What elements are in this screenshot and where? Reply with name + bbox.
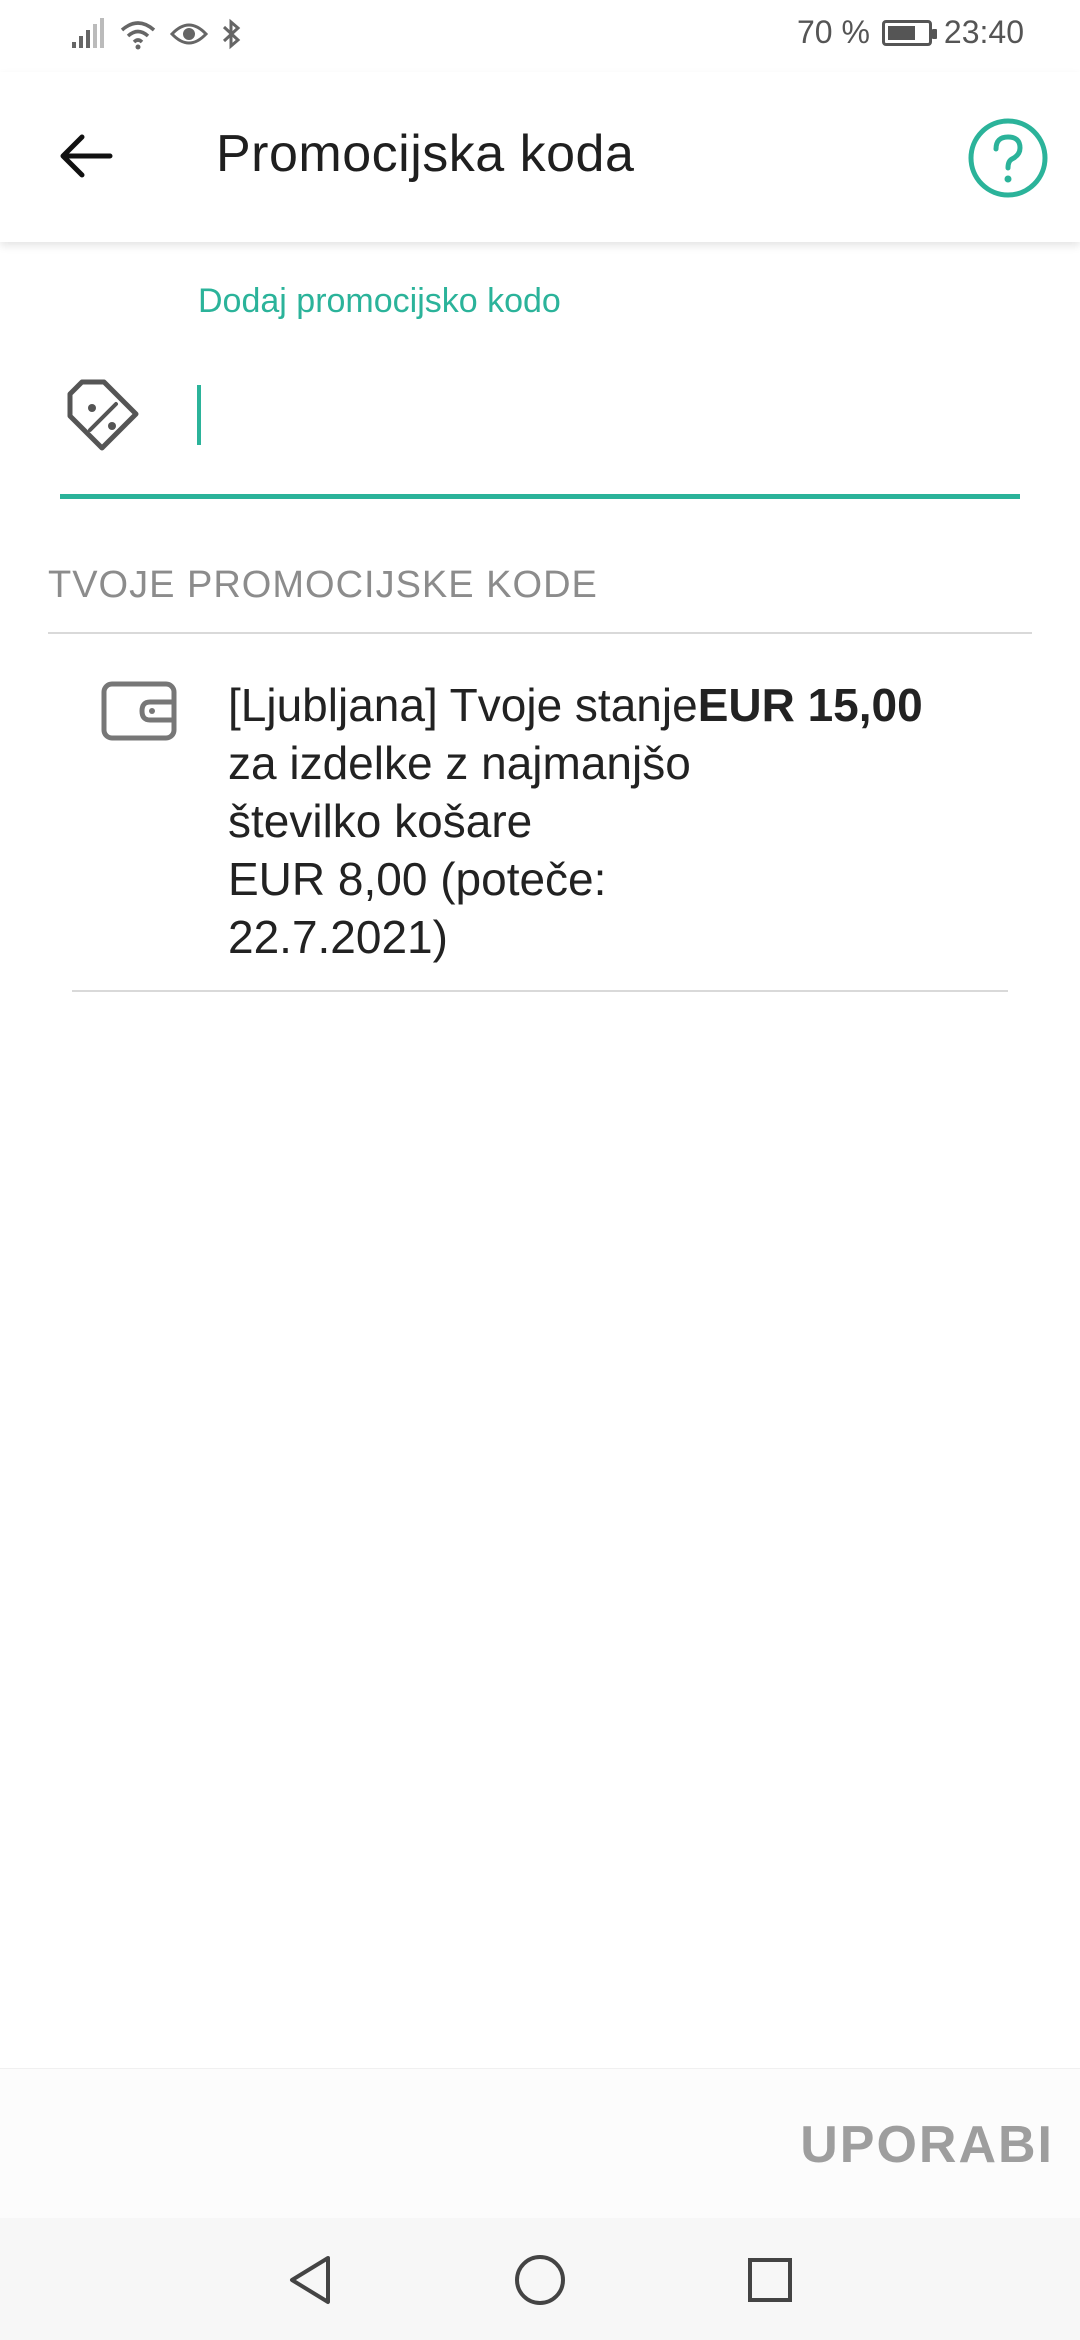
wallet-icon xyxy=(101,681,177,741)
status-icons xyxy=(70,18,244,50)
promo-amount: EUR 15,00 xyxy=(697,679,923,731)
clock: 23:40 xyxy=(943,14,1024,50)
section-divider xyxy=(48,632,1032,634)
item-divider xyxy=(72,990,1008,992)
battery-percent: 70 % xyxy=(796,14,870,50)
tag-percent-icon xyxy=(67,379,139,451)
battery-fill xyxy=(887,25,915,40)
wifi-icon xyxy=(120,21,156,50)
page-title: Promocijska koda xyxy=(216,125,635,183)
bottom-action-bar: UPORABI xyxy=(0,2068,1080,2219)
bluetooth-icon xyxy=(222,18,241,50)
eye-icon xyxy=(170,23,208,45)
square-recents-icon xyxy=(748,2258,792,2302)
status-bar: 70 % 23:40 xyxy=(0,0,1080,72)
promo-description: [Ljubljana] Tvoje stanjeEUR 15,00 za izd… xyxy=(228,676,1048,966)
triangle-back-icon xyxy=(290,2256,330,2304)
promo-input-label: Dodaj promocijsko kodo xyxy=(198,282,561,320)
signal-icon xyxy=(72,18,104,48)
system-nav-bar xyxy=(0,2218,1080,2340)
text-caret xyxy=(197,385,201,445)
section-header: TVOJE PROMOCIJSKE KODE xyxy=(48,564,598,606)
promo-line: za izdelke z najmanjšo xyxy=(228,737,691,789)
battery-icon xyxy=(881,19,937,46)
arrow-left-icon xyxy=(60,134,113,178)
promo-code-input[interactable] xyxy=(196,372,1016,456)
app-bar: Promocijska koda xyxy=(0,72,1080,242)
promo-line: EUR 8,00 (poteče: xyxy=(228,853,607,905)
nav-recents-button[interactable] xyxy=(738,2248,802,2312)
list-item[interactable]: [Ljubljana] Tvoje stanjeEUR 15,00 za izd… xyxy=(72,666,1032,994)
nav-home-button[interactable] xyxy=(508,2248,572,2312)
nav-back-button[interactable] xyxy=(278,2248,342,2312)
status-right: 70 % 23:40 xyxy=(797,14,1024,51)
promo-line: 22.7.2021) xyxy=(228,911,448,963)
circle-home-icon xyxy=(515,2255,565,2305)
back-button[interactable] xyxy=(46,116,126,196)
help-button[interactable] xyxy=(966,116,1050,200)
promo-input-underline xyxy=(60,494,1020,499)
help-circle-icon xyxy=(968,118,1048,198)
apply-button[interactable]: UPORABI xyxy=(800,2115,1054,2175)
promo-prefix: [Ljubljana] Tvoje stanje xyxy=(228,679,698,731)
screen: 70 % 23:40 Promocijska koda Dodaj promoc… xyxy=(0,0,1080,2340)
promo-line: številko košare xyxy=(228,795,533,847)
